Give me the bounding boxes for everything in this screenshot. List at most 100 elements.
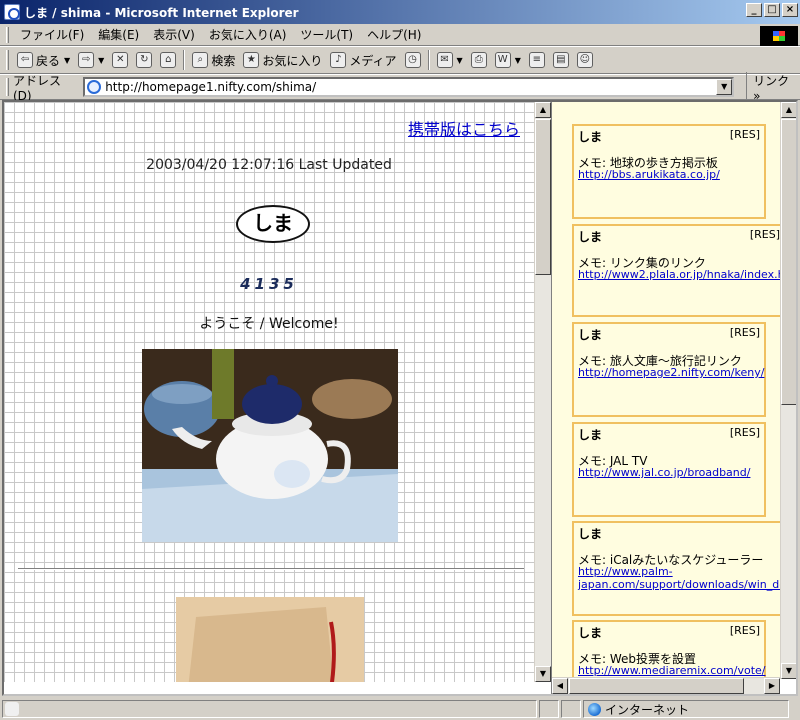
post-url-link[interactable]: http://www.jal.co.jp/broadband/ xyxy=(578,466,750,479)
ie-page-icon xyxy=(87,80,102,94)
menu-edit[interactable]: 編集(E) xyxy=(91,25,146,45)
post-url-link[interactable]: http://homepage2.nifty.com/keny/ xyxy=(578,366,764,379)
favorites-button[interactable]: ★ お気に入り xyxy=(239,48,326,72)
board-frame-vertical-scrollbar[interactable]: ▲ ▼ xyxy=(780,102,796,679)
home-button[interactable]: ⌂ xyxy=(156,48,180,72)
post-url-link-continued[interactable]: japan.com/support/downloads/win_desk xyxy=(578,578,782,591)
post-url-link[interactable]: http://www.palm- xyxy=(578,565,673,578)
security-zone-label: インターネット xyxy=(605,702,690,717)
post-url-link[interactable]: http://www.mediaremix.com/vote/ xyxy=(578,664,766,677)
search-button[interactable]: ⌕ 検索 xyxy=(188,48,239,72)
mail-dropdown-icon[interactable]: ▼ xyxy=(457,56,463,65)
menu-favorites[interactable]: お気に入り(A) xyxy=(202,25,294,45)
ie-page-icon xyxy=(4,4,20,20)
title-bar[interactable]: しま / shima - Microsoft Internet Explorer… xyxy=(0,0,800,24)
back-arrow-icon: ⇦ xyxy=(17,52,33,68)
scroll-thumb[interactable] xyxy=(535,119,551,275)
forward-dropdown-icon[interactable]: ▼ xyxy=(98,56,104,65)
post-res-link[interactable]: [RES] xyxy=(730,128,760,141)
menu-help[interactable]: ヘルプ(H) xyxy=(360,25,428,45)
media-label: メディア xyxy=(349,53,397,68)
board-post: しま [RES] メモ: JAL TV http://www.jal.co.jp… xyxy=(572,422,766,517)
post-res-link[interactable]: [RES] xyxy=(730,624,760,637)
stop-icon: ✕ xyxy=(112,52,129,68)
edit-dropdown-icon[interactable]: ▼ xyxy=(515,56,521,65)
post-res-link[interactable]: [RES] xyxy=(750,228,780,241)
address-input[interactable]: http://homepage1.nifty.com/shima/ ▼ xyxy=(83,77,735,97)
print-button[interactable]: ⎙ xyxy=(467,48,491,72)
board-post: しま [RES] メモ: 旅人文庫〜旅行記リンク http://homepage… xyxy=(572,322,766,417)
scroll-down-icon[interactable]: ▼ xyxy=(535,666,551,682)
toolbar-grip[interactable] xyxy=(6,50,9,70)
discuss-button[interactable]: ≡ xyxy=(525,48,549,72)
scroll-up-icon[interactable]: ▲ xyxy=(535,102,551,118)
address-label: アドレス(D) xyxy=(13,73,62,103)
menu-tools[interactable]: ツール(T) xyxy=(293,25,360,45)
board-post: しま [RES] メモ: リンク集のリンク http://www2.plala.… xyxy=(572,224,782,317)
toolbar-separator xyxy=(183,50,186,70)
minimize-button[interactable]: _ xyxy=(746,3,762,17)
media-icon: ♪ xyxy=(330,52,347,68)
visitor-counter: 4135 xyxy=(240,275,298,293)
messenger-icon: ☺ xyxy=(576,52,593,68)
standard-toolbar: ⇦ 戻る ▼ ⇨ ▼ ✕ ↻ ⌂ ⌕ 検索 ★ お気に入り ♪ メディア ◷ ✉… xyxy=(0,46,800,74)
post-url-link[interactable]: http://www2.plala.or.jp/hnaka/index.htm xyxy=(578,268,782,281)
mail-button[interactable]: ✉ ▼ xyxy=(433,48,467,72)
notebook-photo xyxy=(176,597,364,682)
home-icon: ⌂ xyxy=(160,52,177,68)
refresh-icon: ↻ xyxy=(136,52,153,68)
maximize-button[interactable]: □ xyxy=(764,3,780,17)
back-label: 戻る xyxy=(36,53,61,68)
main-frame-vertical-scrollbar[interactable]: ▲ ▼ xyxy=(534,102,551,682)
research-icon: ▤ xyxy=(552,52,569,68)
internet-globe-icon xyxy=(588,702,601,716)
scroll-up-icon[interactable]: ▲ xyxy=(781,102,796,118)
messenger-button[interactable]: ☺ xyxy=(573,48,597,72)
scroll-right-icon[interactable]: ▶ xyxy=(764,678,780,694)
scroll-left-icon[interactable]: ◀ xyxy=(552,678,568,694)
scroll-down-icon[interactable]: ▼ xyxy=(781,663,796,679)
welcome-text: ようこそ / Welcome! xyxy=(199,316,339,332)
address-grip[interactable] xyxy=(6,78,9,96)
board-frame-horizontal-scrollbar[interactable]: ◀ ▶ xyxy=(552,677,780,694)
menu-file[interactable]: ファイル(F) xyxy=(13,25,91,45)
print-icon: ⎙ xyxy=(470,52,487,68)
favorites-label: お気に入り xyxy=(262,53,323,68)
post-url-link[interactable]: http://bbs.arukikata.co.jp/ xyxy=(578,168,720,181)
links-label: リンク xyxy=(753,73,790,88)
board-post: しま メモ: iCalみたいなスケジューラー http://www.palm- … xyxy=(572,521,782,616)
refresh-button[interactable]: ↻ xyxy=(132,48,156,72)
research-button[interactable]: ▤ xyxy=(549,48,573,72)
menu-grip[interactable] xyxy=(6,26,9,43)
stop-button[interactable]: ✕ xyxy=(108,48,132,72)
status-text-cell xyxy=(2,700,537,718)
scroll-thumb-horizontal[interactable] xyxy=(569,678,744,694)
history-button[interactable]: ◷ xyxy=(401,48,425,72)
menu-view[interactable]: 表示(V) xyxy=(146,25,202,45)
edit-icon: W xyxy=(494,52,511,68)
edit-button[interactable]: W ▼ xyxy=(491,48,525,72)
post-res-link[interactable]: [RES] xyxy=(730,326,760,339)
scroll-thumb[interactable] xyxy=(781,119,796,405)
history-icon: ◷ xyxy=(404,52,421,68)
links-button[interactable]: リンク » xyxy=(746,71,800,103)
address-dropdown-icon[interactable]: ▼ xyxy=(716,79,733,95)
back-button[interactable]: ⇦ 戻る ▼ xyxy=(13,48,74,72)
address-url[interactable]: http://homepage1.nifty.com/shima/ xyxy=(105,80,316,94)
back-dropdown-icon[interactable]: ▼ xyxy=(64,56,70,65)
windows-logo-icon xyxy=(760,26,798,46)
post-author: しま xyxy=(578,130,603,144)
post-author: しま xyxy=(578,527,603,541)
browser-viewport: 携帯版はこちら 2003/04/20 12:07:16 Last Updated… xyxy=(2,100,798,696)
teapot-photo xyxy=(142,349,398,542)
forward-button[interactable]: ⇨ ▼ xyxy=(74,48,108,72)
post-res-link[interactable]: [RES] xyxy=(730,426,760,439)
media-button[interactable]: ♪ メディア xyxy=(326,48,400,72)
post-author: しま xyxy=(578,328,603,342)
site-logo: しま xyxy=(236,205,310,243)
close-button[interactable]: × xyxy=(782,3,798,17)
page-status-icon xyxy=(5,702,19,716)
mobile-version-link[interactable]: 携帯版はこちら xyxy=(408,116,520,140)
post-author: しま xyxy=(578,626,603,640)
board-post: しま [RES] メモ: 地球の歩き方掲示板 http://bbs.arukik… xyxy=(572,124,766,219)
